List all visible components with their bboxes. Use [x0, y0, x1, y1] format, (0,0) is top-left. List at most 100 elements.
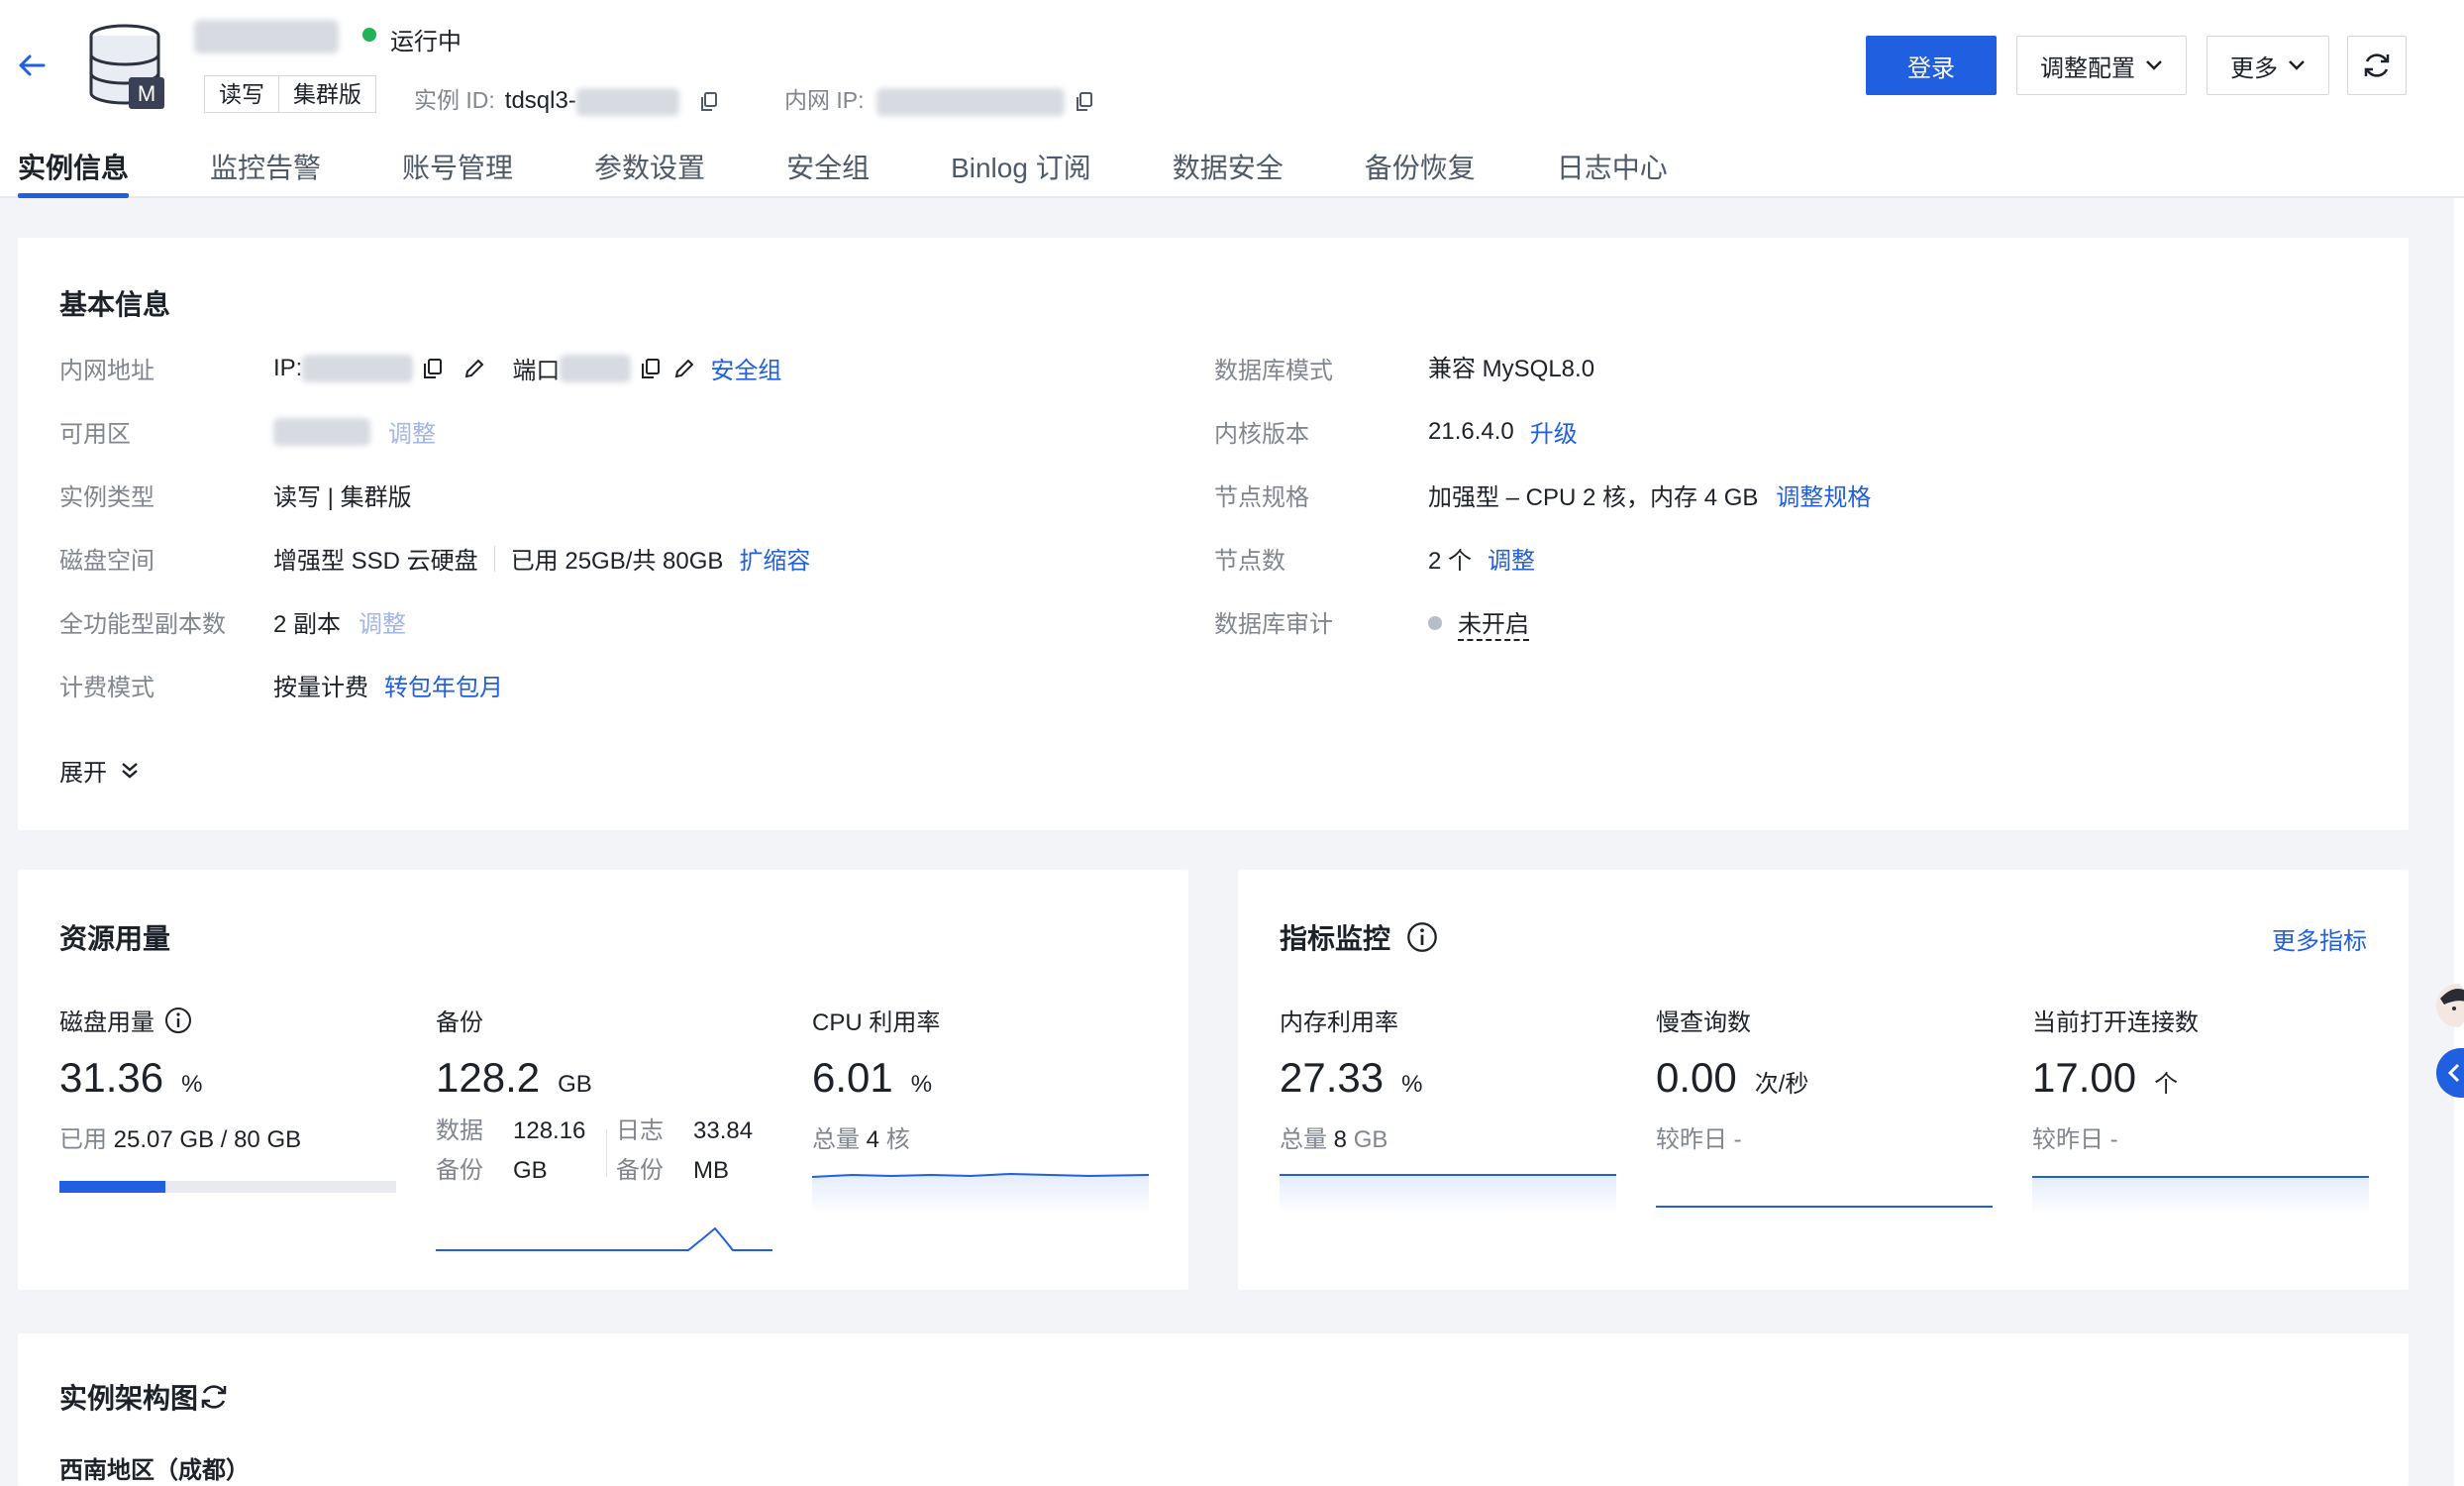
backup-unit: GB [558, 1071, 592, 1098]
adjust-config-button[interactable]: 调整配置 [2016, 36, 2187, 95]
private-ip-label: 内网 IP: [784, 87, 865, 113]
instance-name-redacted [194, 20, 339, 53]
slow-query-number: 0.00 [1656, 1054, 1737, 1101]
tab-security-group[interactable]: 安全组 [786, 147, 870, 198]
tab-monitoring[interactable]: 监控告警 [210, 147, 321, 198]
log-backup-value-2: MB [693, 1157, 729, 1184]
page-scrollbar[interactable] [2454, 0, 2464, 1486]
tab-parameters[interactable]: 参数设置 [594, 147, 705, 198]
disk-space-label: 磁盘空间 [59, 548, 154, 575]
tab-log-center[interactable]: 日志中心 [1557, 147, 1668, 198]
replica-count: 2 副本 [273, 611, 342, 638]
data-backup-value: 128.16 GB [513, 1112, 585, 1191]
cpu-sparkline [812, 1172, 1149, 1215]
refresh-icon[interactable] [198, 1381, 230, 1413]
disk-usage-progress [59, 1181, 396, 1193]
memory-sparkline [1280, 1174, 1616, 1215]
node-spec-adjust-link[interactable]: 调整规格 [1776, 478, 1871, 512]
tab-backup-restore[interactable]: 备份恢复 [1365, 147, 1476, 198]
convert-to-prepaid-link[interactable]: 转包年包月 [384, 668, 503, 702]
connections-compare: 较昨日 - [2032, 1126, 2118, 1153]
more-metrics-link[interactable]: 更多指标 [2272, 921, 2367, 956]
architecture-title: 实例架构图 [59, 1377, 230, 1417]
info-icon[interactable] [164, 1007, 192, 1034]
audit-value: 未开启 [1428, 604, 1529, 641]
instance-id-meta: 实例 ID: tdsql3- [414, 81, 719, 116]
cpu-usage-value: 6.01% [812, 1054, 932, 1102]
side-panel-toggle[interactable] [2436, 1048, 2464, 1098]
tab-accounts[interactable]: 账号管理 [402, 147, 513, 198]
billing-value: 按量计费 转包年包月 [273, 668, 503, 702]
log-backup-value-1: 33.84 [693, 1117, 754, 1144]
backup-value: 128.2 GB [436, 1054, 592, 1102]
node-count-adjust-link[interactable]: 调整 [1488, 541, 1535, 576]
copy-icon[interactable] [639, 357, 663, 380]
status-text: 运行中 [390, 29, 462, 55]
metrics-title: 指标监控 [1280, 917, 1438, 957]
backup-label: 备份 [436, 1009, 483, 1036]
architecture-title-text: 实例架构图 [59, 1383, 199, 1414]
edit-pencil-icon[interactable] [672, 357, 696, 380]
edit-pencil-icon[interactable] [462, 357, 486, 380]
kernel-version: 21.6.4.0 [1428, 417, 1514, 445]
audit-label: 数据库审计 [1214, 611, 1333, 638]
zone-label: 可用区 [59, 421, 131, 448]
region-label: 西南地区（成都） [59, 1457, 250, 1484]
port-redacted [560, 354, 632, 382]
tab-data-security[interactable]: 数据安全 [1173, 147, 1283, 198]
memory-total-unit: GB [1353, 1126, 1388, 1153]
copy-icon[interactable] [421, 357, 445, 380]
cpu-total-label: 总量 [812, 1126, 860, 1153]
audit-status-dot [1428, 615, 1442, 630]
private-address-label: 内网地址 [59, 358, 154, 384]
back-arrow-icon[interactable] [14, 46, 53, 85]
slow-query-value: 0.00 次/秒 [1656, 1054, 1808, 1102]
node-count-label: 节点数 [1214, 548, 1285, 575]
disk-used-value: 25.07 GB / 80 GB [113, 1126, 302, 1153]
cpu-usage-unit: % [910, 1071, 933, 1098]
tab-instance-info[interactable]: 实例信息 [18, 147, 130, 198]
more-button[interactable]: 更多 [2207, 36, 2329, 95]
kernel-version-value: 21.6.4.0 升级 [1428, 414, 1578, 449]
security-group-link[interactable]: 安全组 [710, 351, 781, 385]
expand-toggle[interactable]: 展开 [59, 753, 141, 788]
chevron-down-icon [2146, 60, 2162, 70]
cpu-total-value: 4 [866, 1126, 880, 1153]
memory-total: 总量 8 GB [1280, 1119, 1387, 1154]
copy-icon[interactable] [1075, 91, 1094, 113]
node-spec-value: 加强型 – CPU 2 核，内存 4 GB 调整规格 [1428, 478, 1871, 512]
disk-used-label: 已用 [59, 1126, 107, 1153]
audit-status[interactable]: 未开启 [1458, 604, 1529, 641]
private-ip-redacted [875, 87, 1065, 116]
disk-usage-label-text: 磁盘用量 [59, 1009, 154, 1036]
connections-sparkline [2032, 1176, 2369, 1215]
refresh-button[interactable] [2347, 36, 2407, 95]
disk-usage-sub: 已用 25.07 GB / 80 GB [59, 1119, 301, 1154]
disk-expand-link[interactable]: 扩缩容 [739, 541, 810, 576]
tab-binlog[interactable]: Binlog 订阅 [951, 147, 1091, 198]
copy-icon[interactable] [699, 91, 719, 113]
more-button-label: 更多 [2230, 54, 2278, 82]
disk-usage-number: 31.36 [59, 1054, 164, 1101]
avatar-icon [2436, 984, 2464, 1027]
private-ip-meta: 内网 IP: [784, 81, 1094, 116]
replica-adjust-link[interactable]: 调整 [359, 604, 406, 639]
info-icon[interactable] [1406, 921, 1438, 953]
memory-usage-number: 27.33 [1280, 1054, 1385, 1101]
memory-usage-value: 27.33% [1280, 1054, 1422, 1102]
billing-label: 计费模式 [59, 675, 154, 701]
assistant-avatar[interactable] [2434, 981, 2464, 1030]
data-backup-value-1: 128.16 [513, 1117, 586, 1144]
login-button[interactable]: 登录 [1866, 36, 1997, 95]
backup-number: 128.2 [436, 1054, 541, 1101]
tag-readwrite: 读写 [219, 81, 264, 107]
node-count: 2 个 [1428, 548, 1473, 575]
cpu-total-unit: 核 [885, 1126, 910, 1153]
memory-usage-unit: % [1401, 1071, 1423, 1098]
zone-adjust-link[interactable]: 调整 [388, 414, 436, 449]
tag-cluster: 集群版 [278, 76, 375, 112]
disk-usage-label: 磁盘用量 [59, 1003, 192, 1037]
kernel-upgrade-link[interactable]: 升级 [1530, 414, 1578, 449]
resource-usage-card: 资源用量 磁盘用量 31.36% 已用 25.07 GB / 80 GB 备份 … [18, 870, 1188, 1290]
adjust-config-label: 调整配置 [2040, 54, 2135, 82]
